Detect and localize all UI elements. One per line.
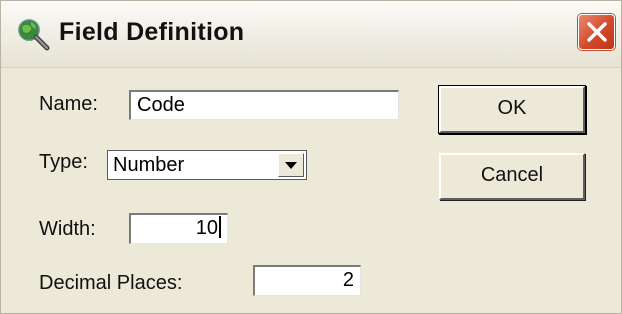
dropdown-arrow-button[interactable] bbox=[278, 153, 304, 177]
title-bar[interactable]: Field Definition bbox=[1, 1, 621, 68]
type-label: Type: bbox=[39, 151, 88, 173]
type-select[interactable]: Number bbox=[107, 150, 307, 180]
type-selected-value: Number bbox=[113, 154, 185, 176]
name-field[interactable]: Code bbox=[129, 90, 399, 120]
width-value: 10 bbox=[195, 217, 218, 239]
decimal-places-field[interactable]: 2 bbox=[253, 265, 361, 296]
cancel-button[interactable]: Cancel bbox=[439, 153, 585, 200]
width-label: Width: bbox=[39, 218, 96, 240]
close-button[interactable] bbox=[578, 14, 615, 50]
field-definition-dialog: Field Definition Name: Code Type: Number bbox=[0, 0, 622, 314]
name-label: Name: bbox=[39, 93, 98, 115]
decimal-places-label: Decimal Places: bbox=[39, 272, 183, 294]
dialog-body: Name: Code Type: Number Width: 10 Decima… bbox=[1, 68, 621, 313]
window-title: Field Definition bbox=[59, 18, 245, 46]
magnifier-globe-icon bbox=[15, 17, 51, 51]
text-cursor bbox=[219, 216, 221, 238]
ok-button[interactable]: OK bbox=[439, 86, 585, 133]
chevron-down-icon bbox=[285, 162, 297, 169]
decimal-places-value: 2 bbox=[342, 269, 354, 291]
width-field[interactable]: 10 bbox=[129, 213, 228, 244]
name-value: Code bbox=[137, 94, 185, 116]
